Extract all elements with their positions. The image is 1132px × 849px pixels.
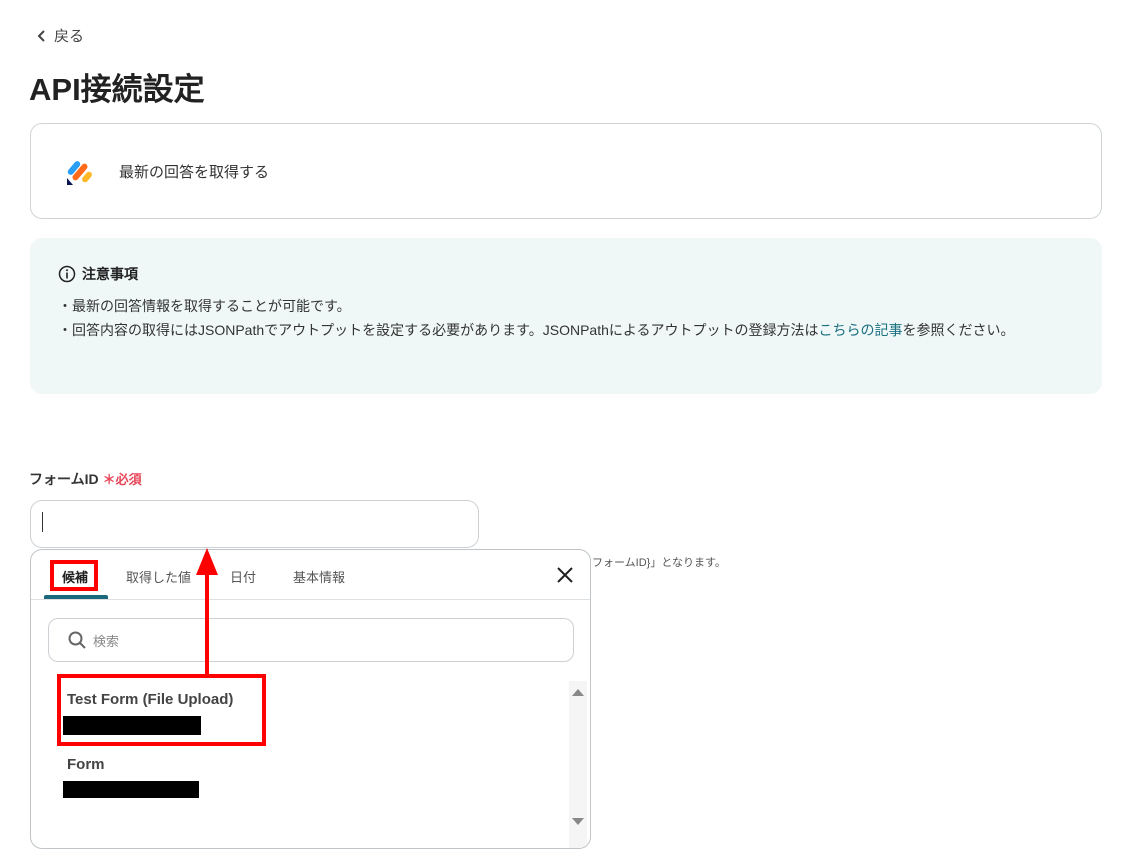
search-icon xyxy=(68,631,86,649)
notice-heading: 注意事項 xyxy=(82,266,138,282)
notice-line-2: ・回答内容の取得にはJSONPathでアウトプットを設定する必要があります。JS… xyxy=(58,318,1074,342)
notice-line-1: ・最新の回答情報を取得することが可能です。 xyxy=(58,298,351,314)
chevron-left-icon xyxy=(37,29,45,42)
search-placeholder: 検索 xyxy=(93,633,120,649)
item-name: Form xyxy=(67,756,105,773)
article-link[interactable]: こちらの記事 xyxy=(818,322,902,338)
scrollbar[interactable] xyxy=(569,681,587,848)
jotform-logo-icon xyxy=(67,161,92,185)
redacted-id xyxy=(63,781,199,798)
active-tab-indicator xyxy=(44,595,108,599)
tab-fetched-values[interactable]: 取得した値 xyxy=(126,567,191,586)
annotation-box-tab xyxy=(50,560,98,591)
field-hint: フォームID}」となります。 xyxy=(592,557,726,569)
search-input[interactable]: 検索 xyxy=(48,618,574,662)
annotation-box-item xyxy=(57,674,266,746)
text-caret xyxy=(42,512,43,532)
scroll-up-icon[interactable] xyxy=(569,685,587,699)
annotation-arrow xyxy=(196,548,218,677)
required-text: 必須 xyxy=(115,472,142,487)
list-item[interactable]: Form xyxy=(63,756,199,798)
action-card[interactable]: 最新の回答を取得する xyxy=(30,123,1102,219)
back-link[interactable]: 戻る xyxy=(36,25,84,46)
scroll-down-icon[interactable] xyxy=(569,815,587,829)
action-label: 最新の回答を取得する xyxy=(119,163,270,181)
back-label: 戻る xyxy=(54,28,85,45)
notice-text: ・回答内容の取得にはJSONPathでアウトプットを設定する必要があります。JS… xyxy=(58,322,819,338)
popup-tabs: 候補 取得した値 日付 基本情報 xyxy=(31,550,590,600)
close-icon[interactable] xyxy=(555,565,575,585)
page-title: API接続設定 xyxy=(29,72,205,107)
info-icon xyxy=(58,265,76,283)
required-badge: ＊必須 xyxy=(102,472,142,487)
field-label: フォームID xyxy=(29,471,99,487)
form-id-label: フォームID ＊必須 xyxy=(29,469,142,489)
notice-box: 注意事項 ・最新の回答情報を取得することが可能です。 ・回答内容の取得にはJSO… xyxy=(30,238,1102,394)
notice-text: を参照ください。 xyxy=(902,322,1015,338)
form-id-input[interactable] xyxy=(30,500,479,548)
tab-date[interactable]: 日付 xyxy=(230,567,256,586)
tab-basic-info[interactable]: 基本情報 xyxy=(293,567,345,586)
